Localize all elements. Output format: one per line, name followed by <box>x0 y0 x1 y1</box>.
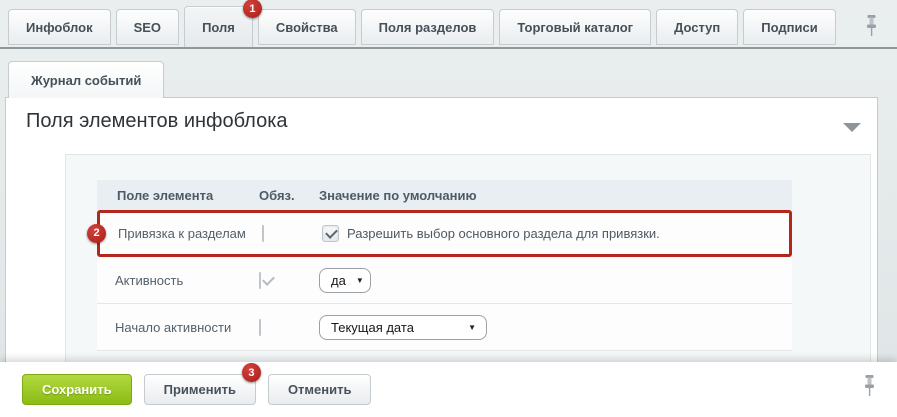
tab-infoblock[interactable]: Инфоблок <box>8 9 111 45</box>
button-label: Применить <box>164 382 236 397</box>
highlighted-row-section-binding: 2 Привязка к разделам Разрешить выбор ос… <box>97 210 792 257</box>
tab-label: Поля разделов <box>379 20 477 35</box>
tab-label: Инфоблок <box>26 20 93 35</box>
tab-properties[interactable]: Свойства <box>258 9 356 45</box>
tab-trade-catalog[interactable]: Торговый каталог <box>499 9 651 45</box>
select-value: Текущая дата <box>331 320 414 335</box>
dropdown-arrow-icon: ▼ <box>356 276 364 285</box>
row-label: Активность <box>97 273 259 288</box>
activity-required-checkbox <box>259 272 261 289</box>
dropdown-arrow-icon: ▼ <box>468 323 476 332</box>
tab-fields[interactable]: Поля 1 <box>184 6 253 47</box>
action-bar: Сохранить Применить 3 Отменить <box>0 362 897 417</box>
main-tab-bar: Инфоблок SEO Поля 1 Свойства Поля раздел… <box>0 0 897 49</box>
table-row: Привязка к разделам Разрешить выбор осно… <box>100 213 789 254</box>
callout-3-badge: 3 <box>242 363 261 382</box>
tab-section-fields[interactable]: Поля разделов <box>361 9 495 45</box>
button-label: Сохранить <box>42 382 112 397</box>
fields-table: Поле элемента Обяз. Значение по умолчани… <box>97 180 792 351</box>
pin-icon[interactable] <box>864 14 879 41</box>
cancel-button[interactable]: Отменить <box>268 374 372 405</box>
tab-captions[interactable]: Подписи <box>743 9 835 45</box>
page-title: Поля элементов инфоблока <box>26 110 288 133</box>
tab-event-log[interactable]: Журнал событий <box>8 61 164 98</box>
tab-label: Торговый каталог <box>517 20 633 35</box>
save-button[interactable]: Сохранить <box>22 374 132 405</box>
callout-1-badge: 1 <box>243 0 262 18</box>
tab-seo[interactable]: SEO <box>116 9 179 45</box>
tab-label: Журнал событий <box>31 73 141 88</box>
fields-form-panel: Поле элемента Обяз. Значение по умолчани… <box>65 154 871 370</box>
tab-label: Подписи <box>761 20 817 35</box>
select-value: да <box>331 273 346 288</box>
table-row: Активность да ▼ <box>97 257 792 304</box>
app-window: Инфоблок SEO Поля 1 Свойства Поля раздел… <box>0 0 897 417</box>
row-label: Привязка к разделам <box>100 226 262 241</box>
table-row: Начало активности Текущая дата ▼ <box>97 304 792 351</box>
tab-access[interactable]: Доступ <box>656 9 738 45</box>
tab-label: Доступ <box>674 20 720 35</box>
sub-tab-bar: Журнал событий <box>8 61 164 98</box>
collapse-arrow-icon[interactable] <box>843 123 861 132</box>
pin-icon[interactable] <box>862 374 877 401</box>
tab-label: SEO <box>134 20 161 35</box>
checkbox-label: Разрешить выбор основного раздела для пр… <box>347 226 660 241</box>
callout-2-badge: 2 <box>87 224 106 243</box>
table-header-row: Поле элемента Обяз. Значение по умолчани… <box>97 180 792 210</box>
header-field: Поле элемента <box>97 188 259 203</box>
row-label: Начало активности <box>97 320 259 335</box>
activity-start-required-checkbox[interactable] <box>259 319 261 336</box>
section-binding-required-checkbox[interactable] <box>262 225 264 242</box>
apply-button[interactable]: Применить 3 <box>144 374 256 405</box>
tab-label: Поля <box>202 20 235 35</box>
tab-label: Свойства <box>276 20 338 35</box>
activity-start-default-select[interactable]: Текущая дата ▼ <box>319 315 487 340</box>
header-default-value: Значение по умолчанию <box>319 188 792 203</box>
header-required: Обяз. <box>259 188 319 203</box>
content-panel: Поля элементов инфоблока Поле элемента О… <box>5 97 878 365</box>
allow-main-section-checkbox[interactable] <box>322 225 339 242</box>
activity-default-select[interactable]: да ▼ <box>319 268 371 293</box>
button-label: Отменить <box>288 382 352 397</box>
